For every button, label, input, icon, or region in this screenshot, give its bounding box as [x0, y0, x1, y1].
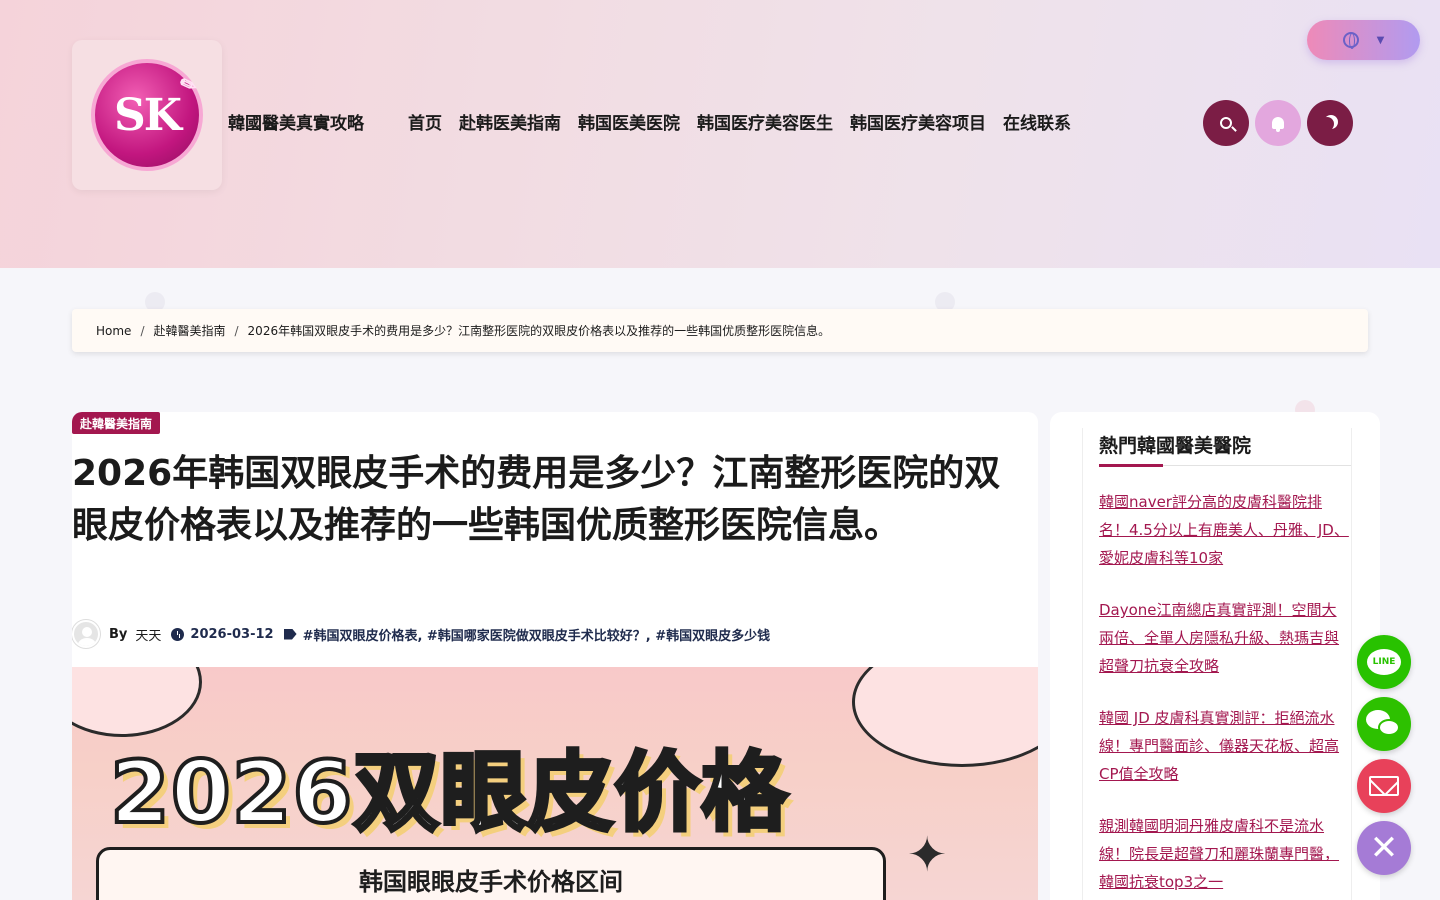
breadcrumb-home[interactable]: Home: [96, 324, 131, 338]
close-contact-button[interactable]: ✕: [1357, 821, 1411, 875]
popular-post-link[interactable]: 親測韓國明洞丹雅皮膚科不是流水線！院長是超聲刀和麗珠蘭專門醫，韓國抗衰top3之…: [1099, 817, 1339, 891]
popular-hospitals-widget: 熱門韓國醫美醫院 韓國naver評分高的皮膚科醫院排名！4.5分以上有鹿美人、丹…: [1082, 428, 1352, 900]
search-icon: [1220, 117, 1232, 129]
widget-title: 熱門韓國醫美醫院: [1099, 428, 1351, 467]
dark-mode-toggle[interactable]: [1307, 100, 1353, 146]
clock-icon: [171, 627, 185, 641]
logo-emblem: SK ✎: [91, 59, 203, 171]
wechat-icon: [1366, 710, 1402, 738]
nav-item-guide[interactable]: 赴韩医美指南: [459, 109, 561, 134]
post-title: 2026年韩国双眼皮手术的费用是多少？江南整形医院的双眼皮价格表以及推荐的一些韩…: [72, 453, 1001, 546]
line-contact-button[interactable]: LINE: [1357, 635, 1411, 689]
nav-item-doctors[interactable]: 韩国医疗美容医生: [697, 109, 833, 134]
list-item: 親測韓國明洞丹雅皮膚科不是流水線！院長是超聲刀和麗珠蘭專門醫，韓國抗衰top3之…: [1099, 812, 1351, 896]
cloud-decoration: [852, 667, 1038, 767]
site-header: SK ✎ 韓國醫美真實攻略 首页 赴韩医美指南 韩国医美医院 韩国医疗美容医生 …: [0, 0, 1440, 268]
wechat-contact-button[interactable]: [1357, 697, 1411, 751]
article-card: 赴韓醫美指南 2026年韩国双眼皮手术的费用是多少？江南整形医院的双眼皮价格表以…: [72, 412, 1038, 900]
nav-item-home[interactable]: 首页: [408, 109, 442, 134]
nav-item-hospitals[interactable]: 韩国医美医院: [578, 109, 680, 134]
sparkle-icon: ✦: [907, 827, 948, 883]
logo-text: SK: [113, 89, 182, 141]
site-logo[interactable]: SK ✎: [72, 40, 222, 190]
list-item: 韓國 JD 皮膚科真實測評：拒絕流水線！專門醫面診、儀器天花板、超高CP值全攻略: [1099, 704, 1351, 788]
breadcrumb: Home / 赴韓醫美指南 / 2026年韩国双眼皮手术的费用是多少？江南整形医…: [72, 309, 1368, 352]
sidebar: 熱門韓國醫美醫院 韓國naver評分高的皮膚科醫院排名！4.5分以上有鹿美人、丹…: [1050, 412, 1380, 900]
popular-post-list: 韓國naver評分高的皮膚科醫院排名！4.5分以上有鹿美人、丹雅、JD、 愛妮皮…: [1099, 488, 1351, 896]
by-label: By: [109, 626, 128, 642]
featured-image: 2026双眼皮价格 ✦ 韩国眼眼皮手术价格区间: [72, 667, 1038, 900]
author-link[interactable]: 天天: [135, 625, 161, 644]
main-nav: 首页 赴韩医美指南 韩国医美医院 韩国医疗美容医生 韩国医疗美容项目 在线联系: [408, 109, 1071, 134]
language-selector[interactable]: ▼: [1307, 20, 1420, 60]
breadcrumb-separator: /: [234, 323, 239, 338]
popular-post-link[interactable]: 韓國naver評分高的皮膚科醫院排名！4.5分以上有鹿美人、丹雅、JD、 愛妮皮…: [1099, 493, 1349, 567]
list-item: 韓國naver評分高的皮膚科醫院排名！4.5分以上有鹿美人、丹雅、JD、 愛妮皮…: [1099, 488, 1351, 572]
site-title[interactable]: 韓國醫美真實攻略: [228, 109, 364, 134]
chevron-down-icon: ▼: [1376, 34, 1385, 46]
breadcrumb-current: 2026年韩国双眼皮手术的费用是多少？江南整形医院的双眼皮价格表以及推荐的一些韩…: [247, 324, 831, 338]
popular-post-link[interactable]: 韓國 JD 皮膚科真實測評：拒絕流水線！專門醫面診、儀器天花板、超高CP值全攻略: [1099, 709, 1339, 783]
popular-post-link[interactable]: Dayone江南總店真實評測！空間大兩倍、全單人房隱私升級、熱瑪吉與超聲刀抗衰全…: [1099, 601, 1339, 675]
mail-icon: [1369, 776, 1399, 796]
breadcrumb-separator: /: [140, 323, 145, 338]
nav-item-procedures[interactable]: 韩国医疗美容项目: [850, 109, 986, 134]
featured-image-subtitle: 韩国眼眼皮手术价格区间: [96, 847, 886, 900]
email-contact-button[interactable]: [1357, 759, 1411, 813]
line-icon: LINE: [1367, 649, 1401, 675]
post-tags[interactable]: #韩国双眼皮价格表, #韩国哪家医院做双眼皮手术比较好？, #韩国双眼皮多少钱: [303, 625, 771, 644]
search-button[interactable]: [1203, 100, 1249, 146]
featured-image-title: 2026双眼皮价格: [108, 741, 789, 845]
moon-icon: [1320, 117, 1334, 131]
list-item: Dayone江南總店真實評測！空間大兩倍、全單人房隱私升級、熱瑪吉與超聲刀抗衰全…: [1099, 596, 1351, 680]
author-avatar[interactable]: [72, 620, 100, 648]
post-meta: By 天天 2026-03-12 #韩国双眼皮价格表, #韩国哪家医院做双眼皮手…: [72, 620, 770, 648]
nav-item-contact[interactable]: 在线联系: [1003, 109, 1071, 134]
category-badge[interactable]: 赴韓醫美指南: [72, 412, 161, 434]
globe-icon: [1342, 32, 1359, 49]
notification-button[interactable]: [1255, 100, 1301, 146]
close-icon: ✕: [1369, 828, 1399, 868]
bell-icon: [1272, 117, 1284, 132]
post-date[interactable]: 2026-03-12: [190, 627, 273, 642]
breadcrumb-category[interactable]: 赴韓醫美指南: [153, 322, 225, 339]
tag-icon: [283, 628, 297, 640]
